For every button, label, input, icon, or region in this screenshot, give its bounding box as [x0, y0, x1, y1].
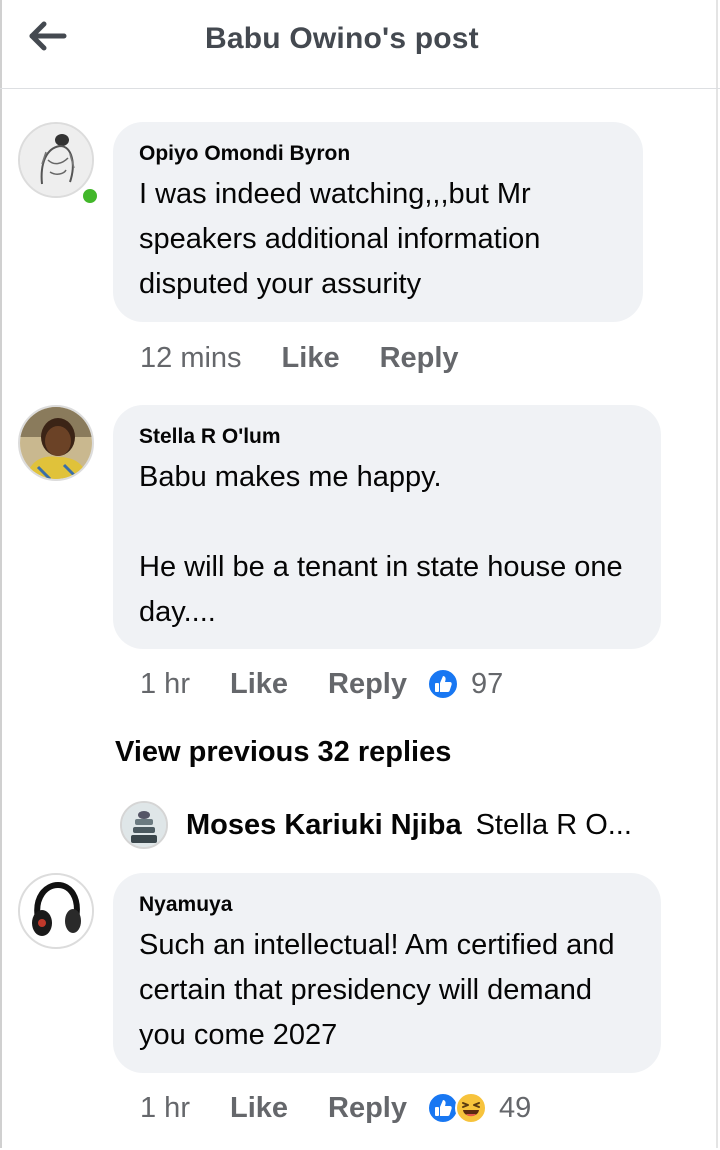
- comment-actions-3: 1 hr Like Reply 49: [140, 1088, 531, 1128]
- reactions-summary[interactable]: [427, 668, 459, 700]
- avatar-commenter-3[interactable]: [18, 873, 94, 949]
- comment-actions-2: 1 hr Like Reply 97: [140, 664, 503, 704]
- like-button[interactable]: Like: [230, 668, 288, 701]
- avatar-commenter-2[interactable]: [18, 405, 94, 481]
- like-reaction-icon: [427, 668, 459, 700]
- reply-preview[interactable]: Moses Kariuki Njiba Stella R O...: [120, 800, 632, 850]
- post-header: Babu Owino's post: [0, 0, 720, 89]
- photo-avatar-image: [20, 407, 92, 479]
- comment-timestamp[interactable]: 12 mins: [140, 342, 242, 375]
- avatar-reply-author: [120, 801, 168, 849]
- like-button[interactable]: Like: [282, 342, 340, 375]
- comment-author[interactable]: Nyamuya: [139, 893, 635, 917]
- photo-avatar-image: [122, 803, 166, 847]
- online-status-indicator: [80, 186, 100, 206]
- back-button[interactable]: [26, 18, 70, 58]
- reaction-count[interactable]: 49: [499, 1092, 531, 1125]
- comment-text: Babu makes me happy. He will be a tenant…: [139, 461, 623, 628]
- comment-bubble-3: Nyamuya Such an intellectual! Am certifi…: [113, 873, 661, 1073]
- reply-button[interactable]: Reply: [328, 668, 407, 701]
- view-previous-replies-link[interactable]: View previous 32 replies: [115, 736, 451, 769]
- comment-timestamp[interactable]: 1 hr: [140, 668, 190, 701]
- page-title: Babu Owino's post: [205, 22, 479, 55]
- avatar-commenter-1[interactable]: [18, 122, 94, 198]
- reaction-count[interactable]: 97: [471, 668, 503, 701]
- like-button[interactable]: Like: [230, 1092, 288, 1125]
- comment-bubble-2: Stella R O'lum Babu makes me happy. He w…: [113, 405, 661, 649]
- headphones-avatar-image: [20, 875, 92, 947]
- comment-bubble-1: Opiyo Omondi Byron I was indeed watching…: [113, 122, 643, 322]
- comment-timestamp[interactable]: 1 hr: [140, 1092, 190, 1125]
- comment-text: I was indeed watching,,,but Mr speakers …: [139, 178, 541, 300]
- comment-text: Such an intellectual! Am certified and c…: [139, 929, 615, 1051]
- haha-reaction-icon: [455, 1092, 487, 1124]
- reply-button[interactable]: Reply: [380, 342, 459, 375]
- comment-author[interactable]: Stella R O'lum: [139, 425, 635, 449]
- comment-actions-1: 12 mins Like Reply: [140, 338, 479, 378]
- reply-author-name[interactable]: Moses Kariuki Njiba: [186, 809, 462, 842]
- reactions-summary[interactable]: [427, 1092, 487, 1124]
- reply-button[interactable]: Reply: [328, 1092, 407, 1125]
- comment-author[interactable]: Opiyo Omondi Byron: [139, 142, 617, 166]
- sketch-avatar-image: [20, 124, 92, 196]
- arrow-left-icon: [29, 21, 67, 51]
- reply-snippet: Stella R O...: [475, 808, 632, 841]
